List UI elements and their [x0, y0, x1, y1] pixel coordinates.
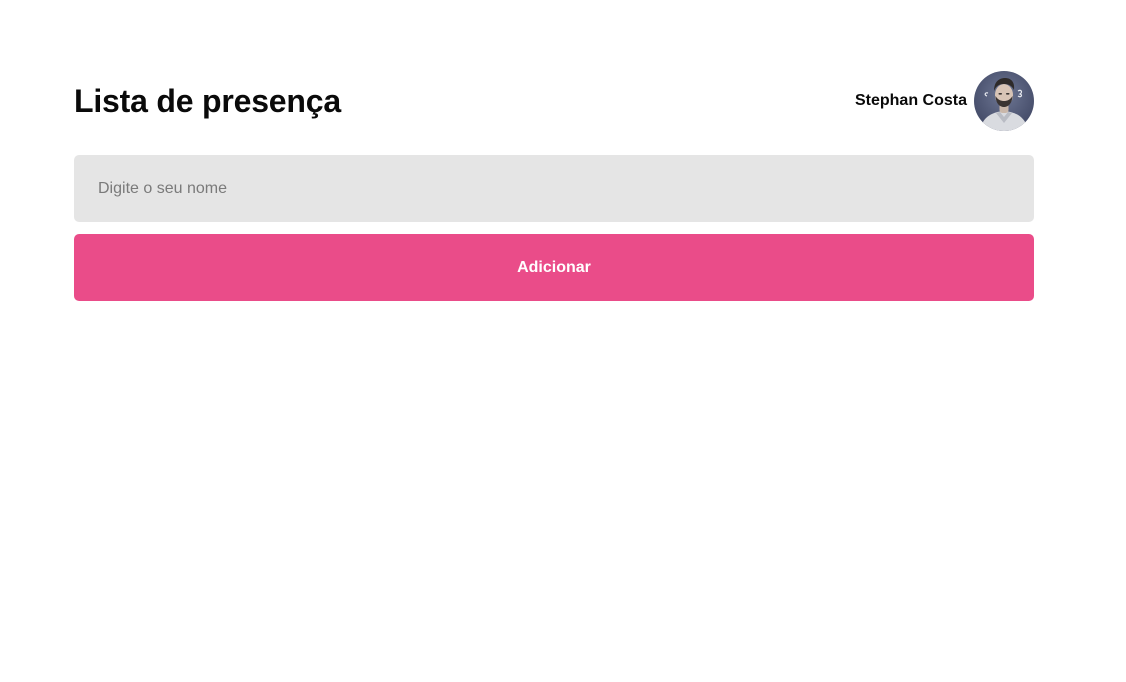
avatar	[974, 71, 1034, 131]
page-title: Lista de presença	[74, 82, 341, 119]
user-photo-icon	[974, 71, 1034, 131]
user-name: Stephan Costa	[854, 92, 967, 109]
main-container: Lista de presença Stephan Costa Digite o…	[74, 70, 1034, 301]
name-input[interactable]	[74, 155, 1034, 222]
header: Lista de presença Stephan Costa	[74, 70, 1034, 132]
add-button[interactable]: Adicionar	[74, 234, 1034, 301]
page: Lista de presença Stephan Costa Digite o…	[0, 0, 1126, 682]
user-info: Stephan Costa	[855, 71, 1034, 131]
